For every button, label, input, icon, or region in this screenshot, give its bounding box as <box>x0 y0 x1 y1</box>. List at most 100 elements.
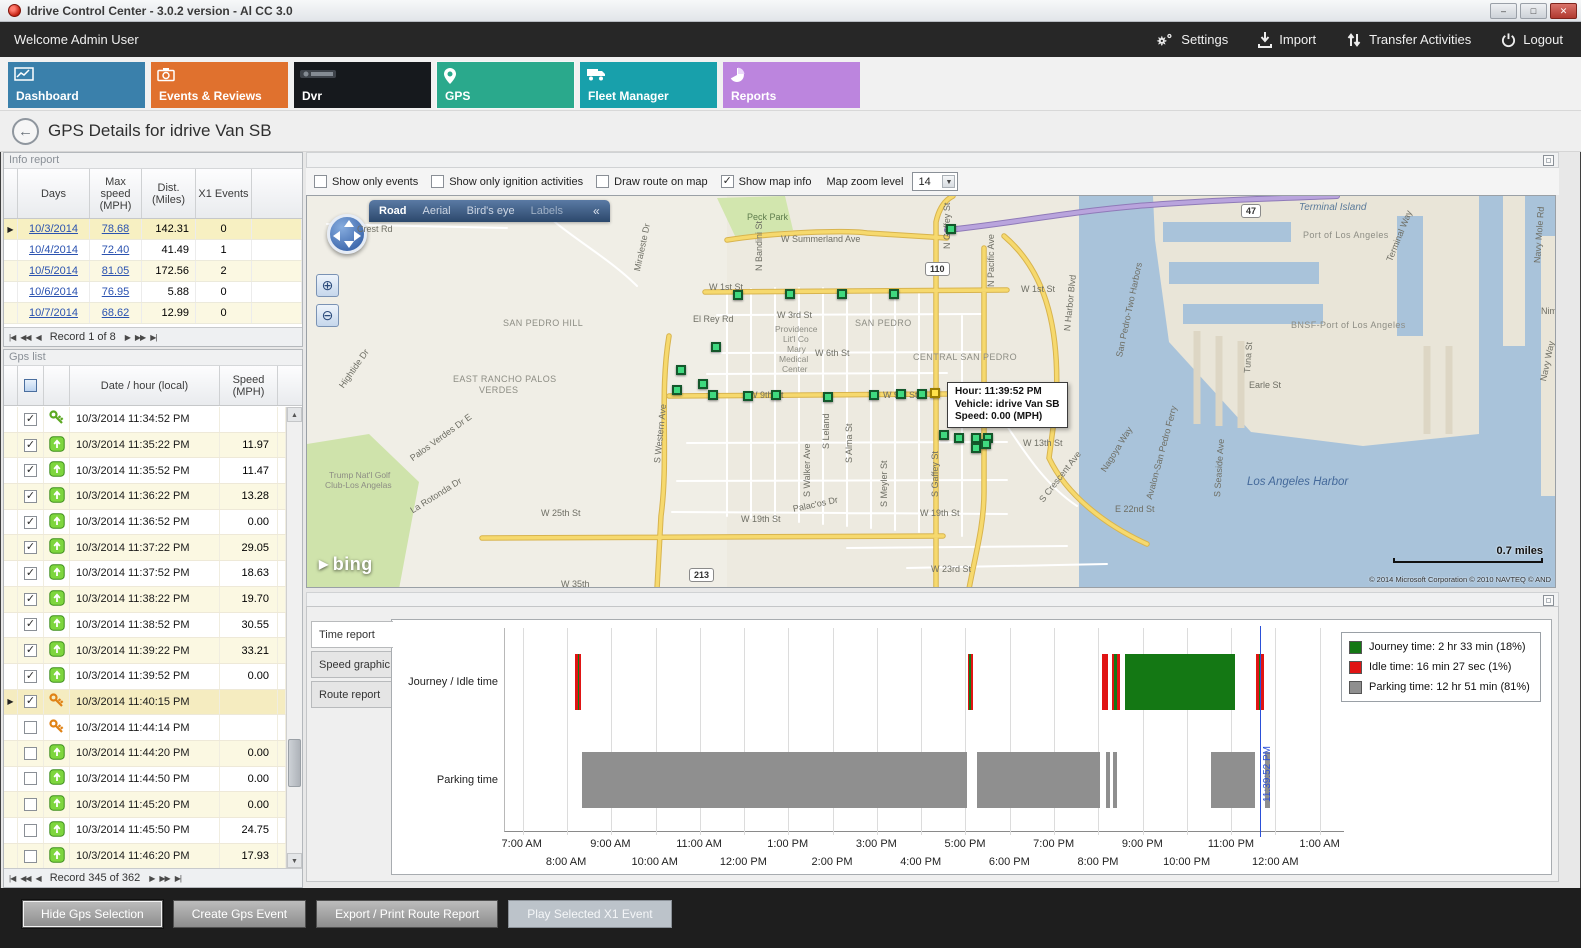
gps-list-row[interactable]: 10/3/2014 11:35:22 PM11.97 <box>4 433 286 459</box>
bing-map[interactable]: RoadAerialBird's eyeLabels« ⊕ ⊖ Peck Par… <box>306 195 1556 588</box>
max-speed-link[interactable]: 68.62 <box>90 303 142 323</box>
row-checkbox[interactable] <box>24 413 37 426</box>
selected-gps-marker[interactable] <box>930 388 940 398</box>
scroll-down-icon[interactable]: ▼ <box>287 853 302 868</box>
map-view-tab-aerial[interactable]: Aerial <box>423 205 451 217</box>
pager-first-icon[interactable]: |◀ <box>9 874 15 883</box>
hide-gps-selection-button[interactable]: Hide Gps Selection <box>22 900 163 928</box>
gps-list-scrollbar[interactable]: ▲ ▼ <box>286 407 302 868</box>
row-checkbox[interactable] <box>24 747 37 760</box>
gps-list-row[interactable]: 10/3/2014 11:38:22 PM19.70 <box>4 587 286 613</box>
row-checkbox[interactable] <box>24 772 37 785</box>
pager-prev-page-icon[interactable]: ◀◀ <box>20 333 30 342</box>
show-map-info-checkbox[interactable] <box>721 175 734 188</box>
pan-north-icon[interactable] <box>344 220 354 227</box>
max-speed-link[interactable]: 78.68 <box>90 219 142 239</box>
tab-route-report[interactable]: Route report <box>311 681 392 708</box>
row-checkbox[interactable] <box>24 850 37 863</box>
max-speed-link[interactable]: 76.95 <box>90 282 142 302</box>
gps-marker[interactable] <box>981 439 991 449</box>
tab-time-report[interactable]: Time report <box>311 621 393 648</box>
gps-marker[interactable] <box>711 342 721 352</box>
row-checkbox[interactable] <box>24 721 37 734</box>
map-zoom-select[interactable]: 14 ▼ <box>912 172 958 191</box>
info-report-row[interactable]: 10/5/201481.05172.562 <box>4 261 302 282</box>
pager-last-icon[interactable]: ▶| <box>175 874 181 883</box>
pager-next-page-icon[interactable]: ▶▶ <box>159 874 169 883</box>
row-checkbox[interactable] <box>24 439 37 452</box>
column-header-x1-events[interactable]: X1 Events <box>196 169 252 218</box>
gps-list-row[interactable]: 10/3/2014 11:46:20 PM17.93 <box>4 844 286 868</box>
column-header-speed[interactable]: Speed (MPH) <box>220 366 278 405</box>
row-checkbox[interactable] <box>24 593 37 606</box>
gps-list-row[interactable]: 10/3/2014 11:39:52 PM0.00 <box>4 664 286 690</box>
day-link[interactable]: 10/7/2014 <box>18 303 90 323</box>
column-header-dist[interactable]: Dist. (Miles) <box>142 169 196 218</box>
gps-marker[interactable] <box>889 289 899 299</box>
map-zoom-in-button[interactable]: ⊕ <box>316 274 339 297</box>
row-checkbox[interactable] <box>24 490 37 503</box>
row-checkbox[interactable] <box>24 567 37 580</box>
row-checkbox[interactable] <box>24 670 37 683</box>
show-only-events-checkbox[interactable] <box>314 175 327 188</box>
row-checkbox[interactable] <box>24 618 37 631</box>
pager-prev-page-icon[interactable]: ◀◀ <box>20 874 30 883</box>
map-compass-control[interactable] <box>327 214 367 254</box>
gps-marker[interactable] <box>823 392 833 402</box>
settings-button[interactable]: Settings <box>1155 32 1228 48</box>
gps-list-row[interactable]: 10/3/2014 11:37:22 PM29.05 <box>4 535 286 561</box>
gps-list-row[interactable]: 10/3/2014 11:37:52 PM18.63 <box>4 561 286 587</box>
tab-gps[interactable]: GPS <box>437 62 574 108</box>
gps-marker[interactable] <box>917 389 927 399</box>
show-only-ignition-activities-checkbox[interactable] <box>431 175 444 188</box>
gps-list-row[interactable]: 10/3/2014 11:44:14 PM <box>4 715 286 741</box>
gps-marker[interactable] <box>708 390 718 400</box>
pager-next-page-icon[interactable]: ▶▶ <box>135 333 145 342</box>
import-button[interactable]: Import <box>1258 32 1316 48</box>
pager-first-icon[interactable]: |◀ <box>9 333 15 342</box>
gps-marker[interactable] <box>698 379 708 389</box>
pan-south-icon[interactable] <box>344 241 354 248</box>
gps-marker[interactable] <box>676 365 686 375</box>
gps-marker[interactable] <box>733 290 743 300</box>
close-button[interactable]: ✕ <box>1550 3 1577 19</box>
gps-marker[interactable] <box>743 391 753 401</box>
time-report-collapse-button[interactable] <box>1543 595 1554 606</box>
create-gps-event-button[interactable]: Create Gps Event <box>173 900 306 928</box>
tab-dvr[interactable]: Dvr <box>294 62 431 108</box>
show-only-ignition-activities-option[interactable]: Show only ignition activities <box>431 175 583 188</box>
info-report-row[interactable]: 10/4/201472.4041.491 <box>4 240 302 261</box>
pager-next-icon[interactable]: ▶ <box>125 333 130 342</box>
gps-marker[interactable] <box>896 389 906 399</box>
gps-marker[interactable] <box>971 443 981 453</box>
pager-prev-icon[interactable]: ◀ <box>36 333 41 342</box>
gps-list-row[interactable]: 10/3/2014 11:44:50 PM0.00 <box>4 767 286 793</box>
row-checkbox[interactable] <box>24 464 37 477</box>
gps-list-row[interactable]: 10/3/2014 11:45:20 PM0.00 <box>4 792 286 818</box>
gps-list-row[interactable]: 10/3/2014 11:35:52 PM11.47 <box>4 458 286 484</box>
transfer-activities-button[interactable]: Transfer Activities <box>1346 32 1471 48</box>
maximize-button[interactable]: □ <box>1520 3 1547 19</box>
pager-last-icon[interactable]: ▶| <box>150 333 156 342</box>
draw-route-on-map-option[interactable]: Draw route on map <box>596 175 708 188</box>
info-report-row[interactable]: 10/6/201476.955.880 <box>4 282 302 303</box>
column-header-days[interactable]: Days <box>18 169 90 218</box>
day-link[interactable]: 10/3/2014 <box>18 219 90 239</box>
gps-list-row[interactable]: 10/3/2014 11:36:52 PM0.00 <box>4 510 286 536</box>
pager-next-icon[interactable]: ▶ <box>149 874 154 883</box>
logout-button[interactable]: Logout <box>1501 32 1563 48</box>
gps-list-row[interactable]: 10/3/2014 11:45:50 PM24.75 <box>4 818 286 844</box>
gps-marker[interactable] <box>785 289 795 299</box>
pager-prev-icon[interactable]: ◀ <box>36 874 41 883</box>
map-collapse-button[interactable] <box>1543 155 1554 166</box>
gps-marker[interactable] <box>971 433 981 443</box>
tab-fleet-manager[interactable]: Fleet Manager <box>580 62 717 108</box>
map-view-tab-labels[interactable]: Labels <box>531 205 563 217</box>
day-link[interactable]: 10/6/2014 <box>18 282 90 302</box>
draw-route-on-map-checkbox[interactable] <box>596 175 609 188</box>
gps-list-row[interactable]: 10/3/2014 11:38:52 PM30.55 <box>4 613 286 639</box>
gps-list-row[interactable]: 10/3/2014 11:36:22 PM13.28 <box>4 484 286 510</box>
map-tabs-collapse-icon[interactable]: « <box>593 204 600 218</box>
gps-marker[interactable] <box>771 390 781 400</box>
row-checkbox[interactable] <box>24 798 37 811</box>
